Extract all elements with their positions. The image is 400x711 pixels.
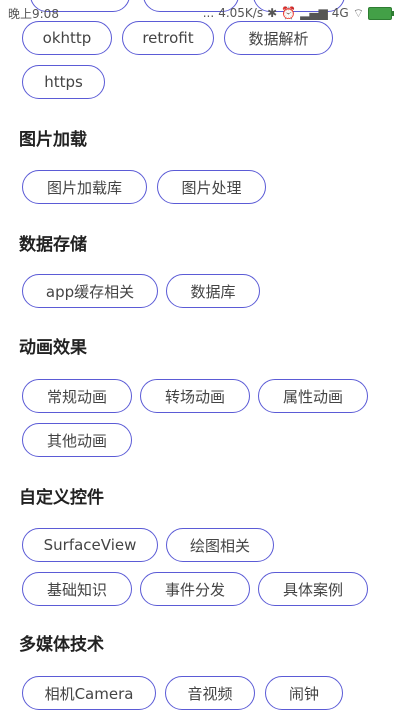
section-title-image-loading: 图片加载 <box>19 130 87 150</box>
chip-alarm[interactable]: 闹钟 <box>265 676 343 710</box>
chip-https[interactable]: https <box>22 65 105 99</box>
chip-app-cache[interactable]: app缓存相关 <box>22 274 158 308</box>
chip-normal-animation[interactable]: 常规动画 <box>22 379 132 413</box>
section-title-custom-view: 自定义控件 <box>19 488 104 508</box>
notification-dots: ... <box>202 6 215 20</box>
chip-camera[interactable]: 相机Camera <box>22 676 156 710</box>
status-time: 晚上9:08 <box>8 6 59 21</box>
wifi-icon: ⌔ <box>352 5 364 20</box>
chip-image-processing[interactable]: 图片处理 <box>157 170 266 204</box>
network-speed: 4.05K/s <box>218 6 264 20</box>
status-bar: 晚上9:08 ... 4.05K/s ✱ ⏰ ▂▄▆ 4G ⌔ <box>0 0 400 26</box>
bluetooth-icon: ✱ <box>267 6 278 20</box>
signal-icon: ▂▄▆ <box>300 6 328 20</box>
chip-data-parse[interactable]: 数据解析 <box>224 21 333 55</box>
alarm-icon: ⏰ <box>281 6 297 20</box>
chip-surfaceview[interactable]: SurfaceView <box>22 528 158 562</box>
chip-basics[interactable]: 基础知识 <box>22 572 132 606</box>
network-type: 4G <box>331 6 349 20</box>
chip-okhttp[interactable]: okhttp <box>22 21 112 55</box>
section-title-data-storage: 数据存储 <box>19 235 87 255</box>
section-title-multimedia: 多媒体技术 <box>19 635 104 655</box>
chip-event-dispatch[interactable]: 事件分发 <box>140 572 250 606</box>
chip-property-animation[interactable]: 属性动画 <box>258 379 368 413</box>
chip-transition-animation[interactable]: 转场动画 <box>140 379 250 413</box>
chip-image-loader[interactable]: 图片加载库 <box>22 170 147 204</box>
chip-retrofit[interactable]: retrofit <box>122 21 214 55</box>
chip-drawing[interactable]: 绘图相关 <box>166 528 274 562</box>
section-title-animation: 动画效果 <box>19 338 87 358</box>
chip-examples[interactable]: 具体案例 <box>258 572 368 606</box>
chip-audio-video[interactable]: 音视频 <box>165 676 255 710</box>
battery-icon <box>368 6 394 20</box>
chip-database[interactable]: 数据库 <box>166 274 260 308</box>
chip-other-animation[interactable]: 其他动画 <box>22 423 132 457</box>
